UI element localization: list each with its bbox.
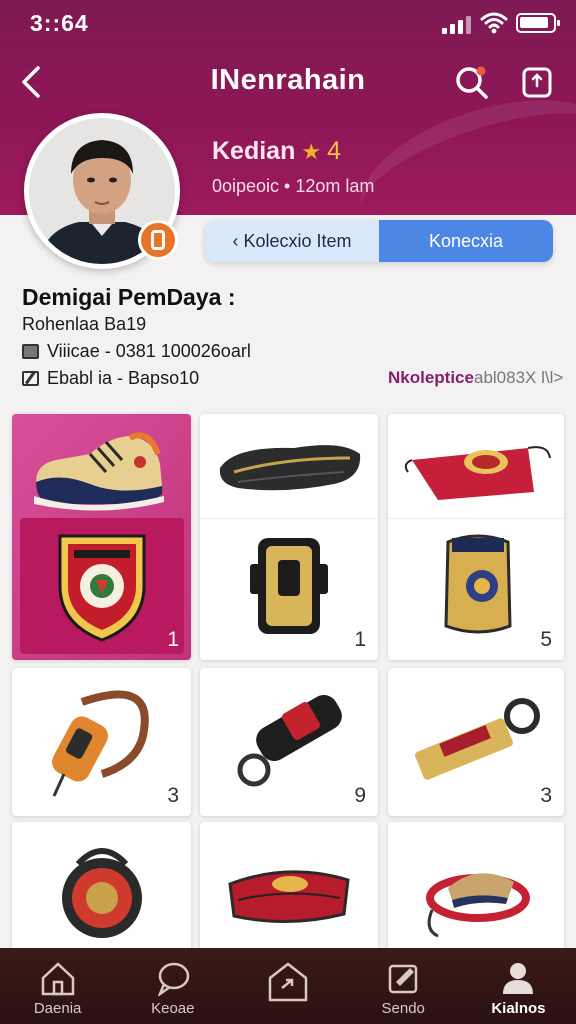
vest-icon [444,534,512,634]
info-line-3-text: Ebabl ia - Bapso10 [47,368,200,388]
user-name: Kedian [212,137,296,165]
info-line-1-text: Rohenlaa Ba19 [22,314,147,334]
item-count: 3 [167,784,179,807]
bottle-opener-icon [415,698,540,780]
info-title: Demigai PemDaya : [22,284,236,310]
keychain-cylinder-icon [237,695,342,787]
status-bar: 3::64 [0,0,576,46]
bottom-tab-bar: Daenia Keoae Sendo Kialnos [0,948,576,1024]
chat-icon [157,962,190,996]
tab-send-label: Sendo [381,1000,425,1017]
red-bag-icon [404,446,551,500]
collection-link[interactable]: Nkolepticеabl083X l\l> [388,368,563,388]
sneaker-icon [34,432,164,511]
grid-item-strap-device[interactable]: 3 [12,668,191,816]
collection-link-accent: Nkolepticе [388,368,474,387]
grid-item-sneaker-and-crest[interactable]: 1 [12,414,191,660]
segmented-control: ‹ Kolecxio Item Konecxia [205,220,553,262]
user-name-row: Kedian ★ 4 [212,137,341,166]
nav-bar: INenrahain [0,56,576,108]
info-line-1: Rohenlaa Ba19 [22,314,146,335]
item-count: 9 [354,784,366,807]
edit-icon [22,371,39,386]
home-icon [41,962,74,996]
red-case-icon [228,870,350,924]
status-time: 3::64 [30,10,89,36]
segment-connection[interactable]: Konecxia [379,220,553,262]
battery-icon [516,13,560,33]
tab-profile[interactable]: Kialnos [461,948,576,1024]
user-meta: 0oipeoic • 12om lam [212,176,375,196]
tab-center[interactable] [230,948,345,1024]
tab-messages[interactable]: Keoae [115,948,230,1024]
item-count: 3 [540,784,552,807]
wifi-icon [480,12,508,34]
tab-home-label: Daenia [33,1000,82,1017]
segment-collection-item[interactable]: ‹ Kolecxio Item [205,220,379,262]
pouch-icon [219,445,361,491]
collection-link-rest: abl083X l\l> [473,368,564,387]
user-icon [503,963,534,994]
grid-item-red-bag-and-vest[interactable]: 5 [388,414,564,660]
item-count: 1 [354,628,366,651]
user-rating: 4 [327,137,341,165]
tab-home[interactable]: Daenia [0,948,115,1024]
info-line-2-text: Viiicae - 0381 100026oarl [47,341,251,361]
star-icon: ★ [301,138,322,164]
avatar-badge-icon [138,220,178,260]
grid-item-shoe-clip[interactable] [388,822,564,952]
signal-icon [442,14,472,34]
share-icon[interactable] [520,64,554,100]
grid-item-round-device[interactable] [12,822,191,952]
info-line-2: Viiicae - 0381 100026oarl [22,341,251,362]
tab-send[interactable]: Sendo [346,948,461,1024]
shoe-clip-icon [426,873,530,938]
grid-item-pouch-and-holster[interactable]: 1 [200,414,378,660]
tab-messages-label: Keoae [151,1000,195,1017]
grid-item-red-case[interactable] [200,822,378,952]
item-count: 5 [540,628,552,651]
crest-icon [58,534,146,642]
crest-panel [20,518,184,654]
holster-icon [250,538,328,634]
checkbox-icon [22,344,39,359]
note-icon [388,964,418,994]
info-line-3: Ebabl ia - Bapso10 [22,368,199,389]
search-button[interactable] [452,62,492,102]
house-arrow-icon [268,962,308,1002]
tab-profile-label: Kialnos [491,1000,546,1017]
strap-device-icon [52,690,149,797]
round-device-icon [62,848,142,938]
item-count: 1 [167,628,179,651]
grid-item-keychain-cylinder[interactable]: 9 [200,668,378,816]
grid-item-bottle-opener[interactable]: 3 [388,668,564,816]
